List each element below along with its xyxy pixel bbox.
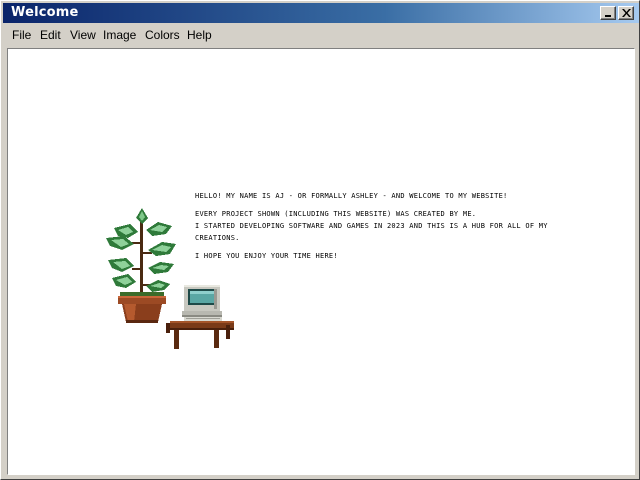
close-button[interactable] [618, 6, 634, 20]
closing-text: I HOPE YOU ENJOY YOUR TIME HERE! [195, 252, 338, 260]
close-icon [622, 9, 631, 17]
menu-view[interactable]: View [70, 28, 96, 42]
minimize-button[interactable] [600, 6, 616, 20]
minimize-icon [605, 15, 611, 17]
app-window: Welcome File Edit View Image Colors Help [0, 0, 640, 480]
line-projects: EVERY PROJECT SHOWN (INCLUDING THIS WEBS… [195, 210, 477, 218]
window-title: Welcome [11, 5, 79, 20]
paragraph-text: EVERY PROJECT SHOWN (INCLUDING THIS WEBS… [195, 208, 555, 244]
menu-colors[interactable]: Colors [145, 28, 180, 42]
menu-help[interactable]: Help [187, 28, 212, 42]
line-started: I STARTED DEVELOPING SOFTWARE AND GAMES … [195, 222, 548, 242]
intro-text: HELLO! MY NAME IS AJ - OR FORMALLY ASHLE… [195, 192, 508, 200]
welcome-text: HELLO! MY NAME IS AJ - OR FORMALLY ASHLE… [195, 190, 555, 268]
menu-file[interactable]: File [12, 28, 31, 42]
menu-bar: File Edit View Image Colors Help [3, 25, 639, 45]
menu-edit[interactable]: Edit [40, 28, 61, 42]
canvas-area: HELLO! MY NAME IS AJ - OR FORMALLY ASHLE… [7, 48, 635, 475]
title-bar[interactable]: Welcome [3, 3, 639, 23]
computer-on-desk-icon [166, 285, 234, 349]
menu-image[interactable]: Image [103, 28, 136, 42]
